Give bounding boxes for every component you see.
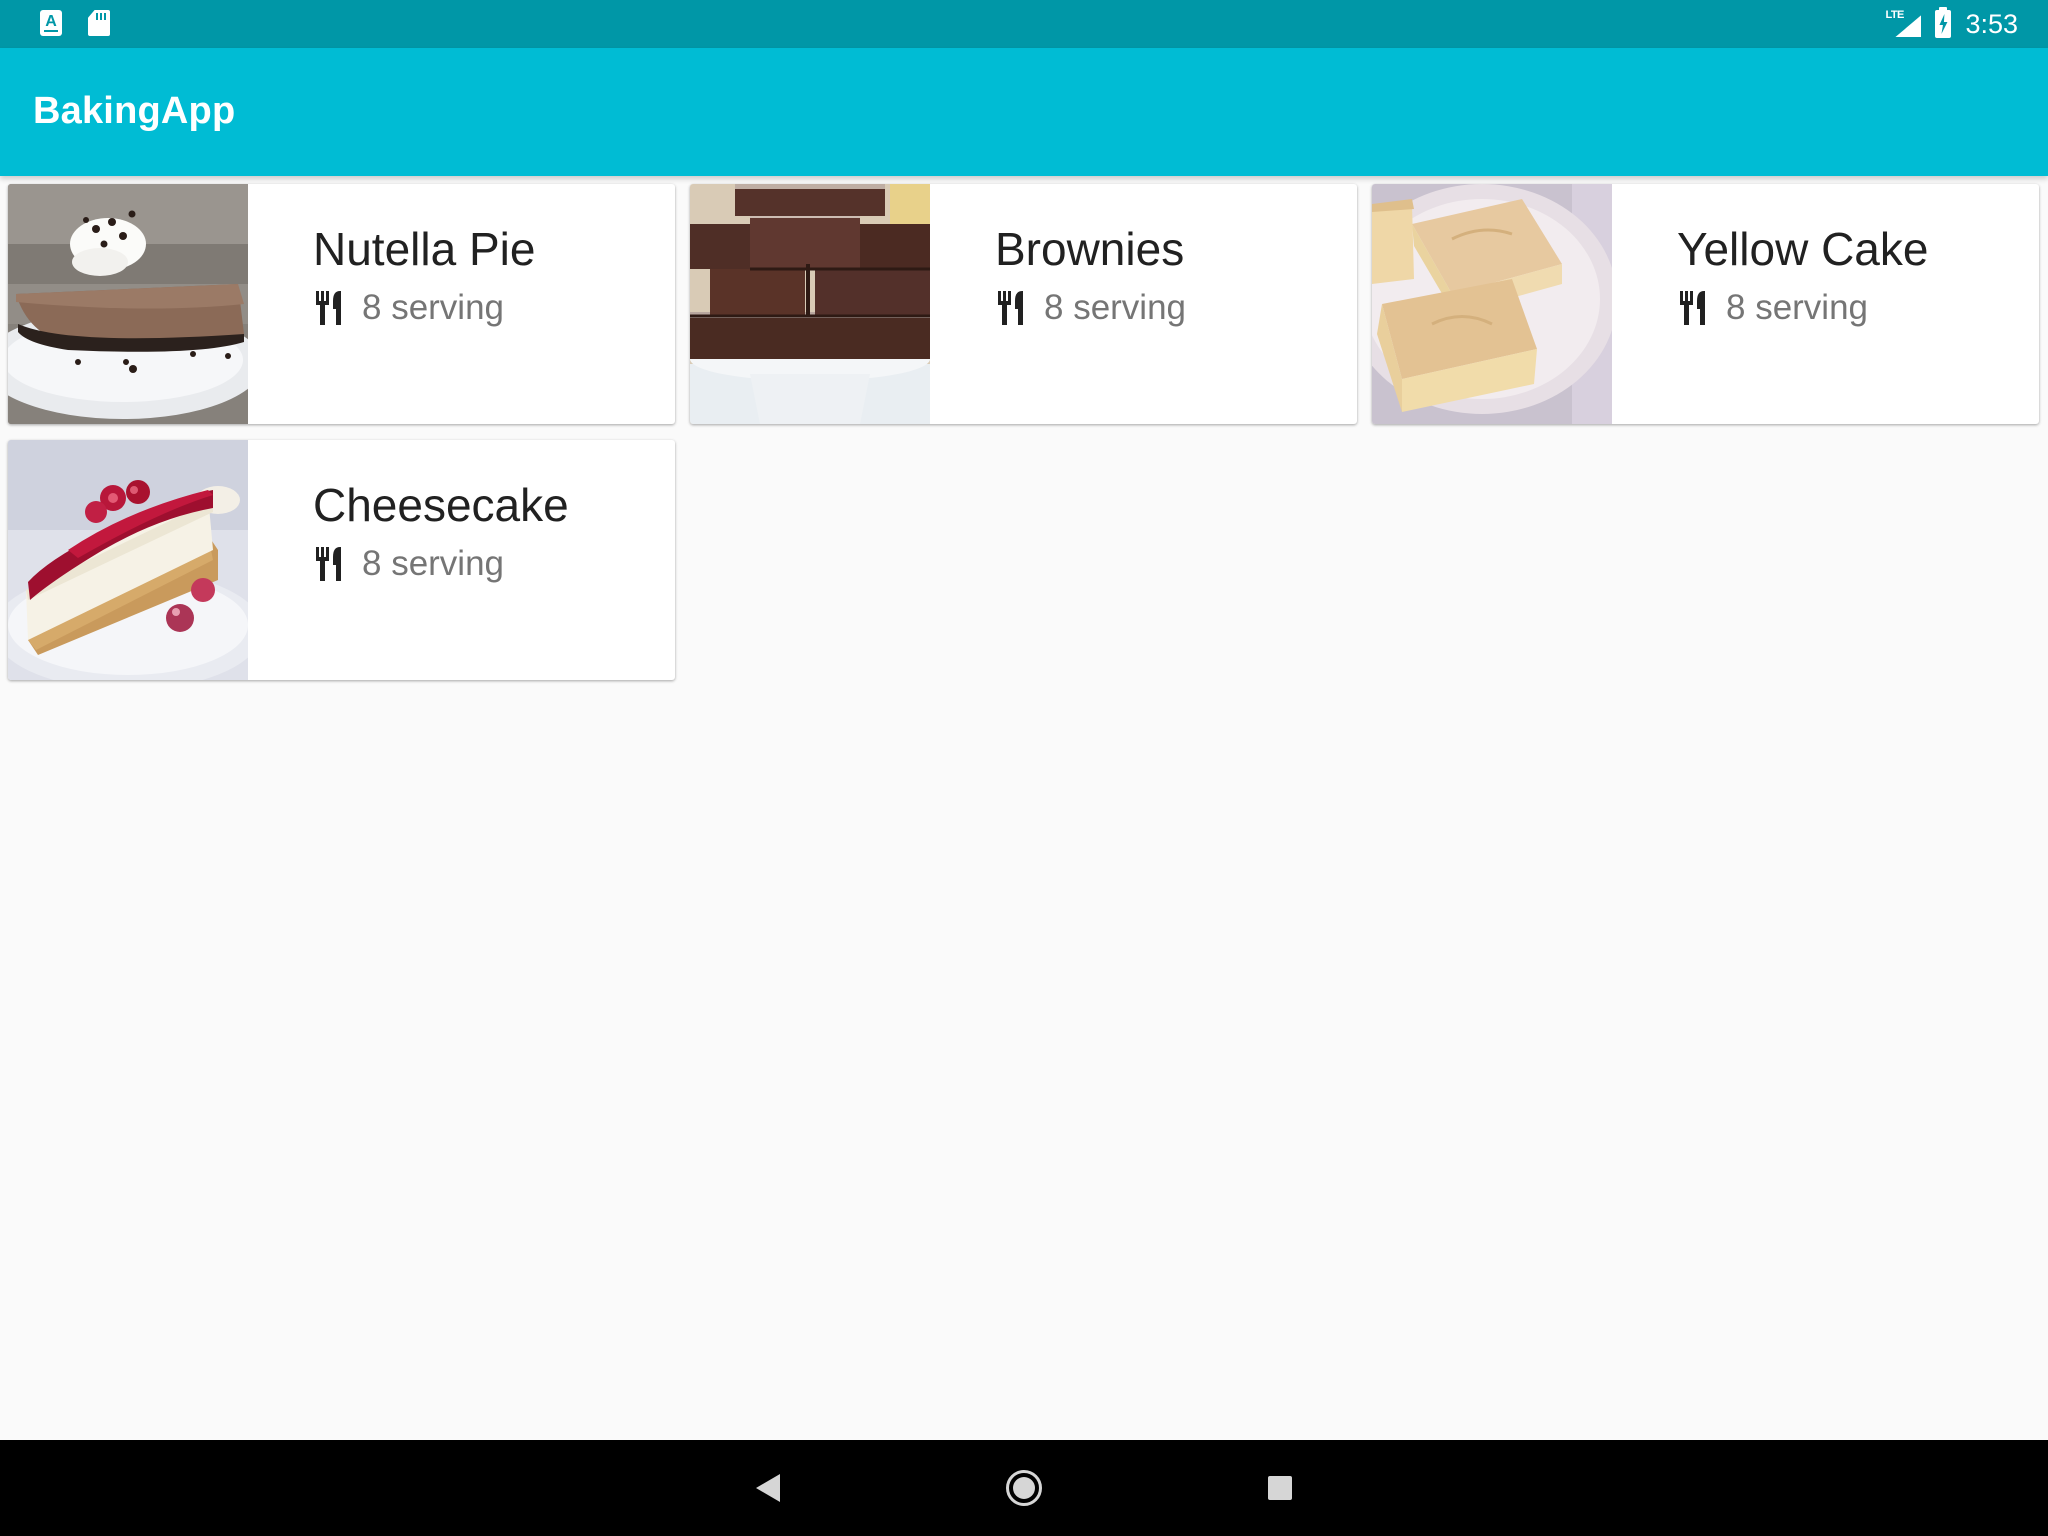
servings-count: 8 serving [362,288,505,327]
navigation-bar [0,1440,2048,1536]
utensils-icon [316,291,341,325]
servings-count: 8 serving [1726,288,1869,327]
serving-row: 8 serving [314,290,504,326]
app-bar: BakingApp [0,48,2048,176]
status-clock: 3:53 [1965,9,2018,39]
sd-card-icon [88,10,110,36]
recipe-image [1372,184,1612,424]
serving-row: 8 serving [314,546,504,582]
utensils-icon [316,547,341,581]
screen: A LTE 3:53 BakingApp Nutella Pie 8 servi… [0,0,2048,1536]
android-app-icon: A [40,10,62,36]
recipe-grid: Nutella Pie 8 serving Brownies 8 serving… [8,184,2039,680]
recipe-card-yellow-cake[interactable]: Yellow Cake 8 serving [1372,184,2039,424]
servings-count: 8 serving [362,544,505,583]
serving-row: 8 serving [996,290,1186,326]
recents-icon [1268,1476,1292,1500]
recents-button[interactable] [1232,1440,1328,1536]
battery-charging-icon [1935,7,1952,38]
servings-count: 8 serving [1044,288,1187,327]
recipe-card-cheesecake[interactable]: Cheesecake 8 serving [8,440,675,680]
app-title: BakingApp [33,90,236,132]
signal-icon: LTE [1885,9,1922,39]
home-icon [1006,1470,1042,1506]
recipe-card-brownies[interactable]: Brownies 8 serving [690,184,1357,424]
utensils-icon [998,291,1023,325]
recipe-card-nutella-pie[interactable]: Nutella Pie 8 serving [8,184,675,424]
notification-area: A [40,10,110,36]
home-button[interactable] [976,1440,1072,1536]
notification-app-letter: A [45,13,57,30]
recipe-name: Nutella Pie [313,223,536,275]
recipe-name: Cheesecake [313,479,569,531]
status-bar: A LTE 3:53 [0,0,2048,48]
recipe-image [8,184,248,424]
serving-row: 8 serving [1678,290,1868,326]
system-indicators: LTE 3:53 [1885,7,2018,40]
recipe-image [690,184,930,424]
network-type: LTE [1885,9,1904,21]
recipe-name: Yellow Cake [1677,223,1929,275]
recipe-image [8,440,248,680]
recipe-name: Brownies [995,223,1185,275]
back-icon [756,1474,780,1502]
utensils-icon [1680,291,1705,325]
back-button[interactable] [720,1440,816,1536]
